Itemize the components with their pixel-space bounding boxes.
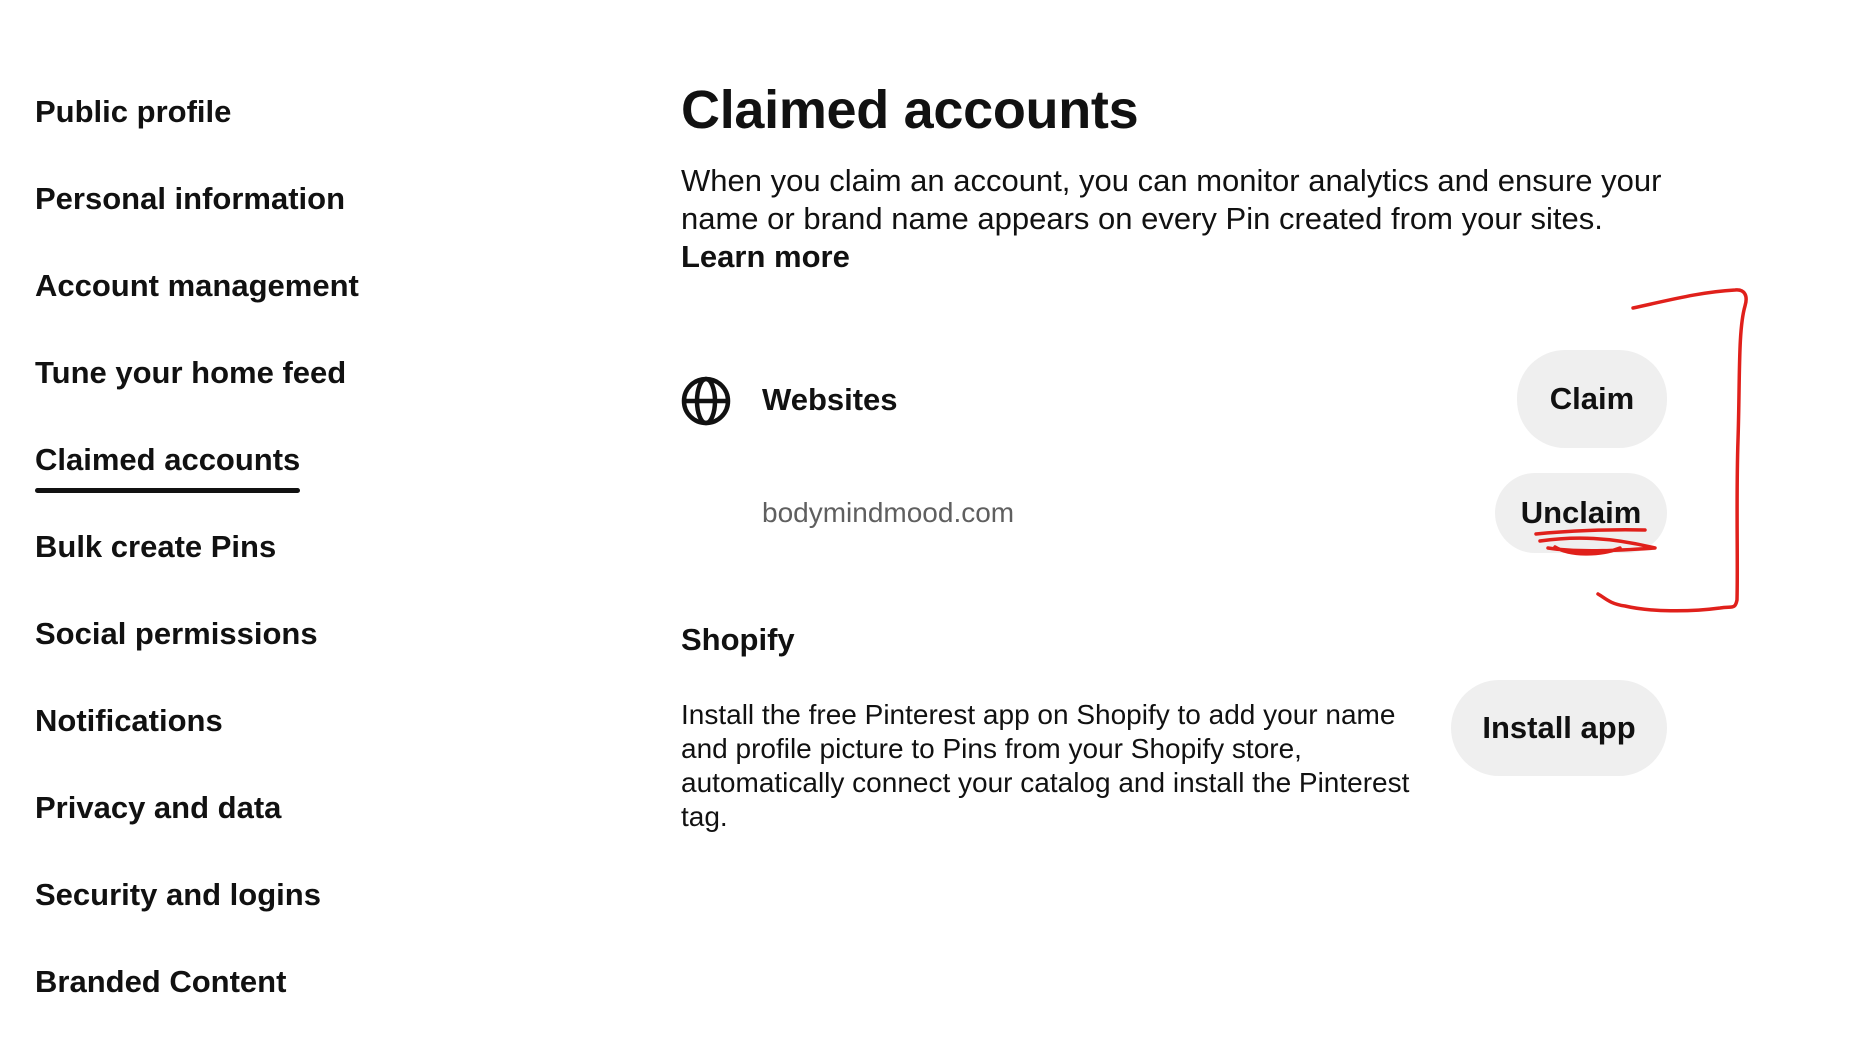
claimed-site-row: bodymindmood.com Unclaim bbox=[681, 473, 1667, 553]
sidebar-item-personal-information[interactable]: Personal information bbox=[35, 175, 345, 262]
shopify-description: Install the free Pinterest app on Shopif… bbox=[681, 699, 1410, 832]
sidebar-item-public-profile[interactable]: Public profile bbox=[35, 88, 231, 175]
shopify-title: Shopify bbox=[681, 622, 795, 657]
globe-icon bbox=[681, 376, 731, 426]
sidebar-item-security-and-logins[interactable]: Security and logins bbox=[35, 871, 321, 958]
sidebar-item-tune-home-feed[interactable]: Tune your home feed bbox=[35, 349, 346, 436]
sidebar-item-social-permissions[interactable]: Social permissions bbox=[35, 610, 318, 697]
sidebar-item-privacy-and-data[interactable]: Privacy and data bbox=[35, 784, 281, 871]
annotation-bracket bbox=[1596, 288, 1748, 613]
page-description: When you claim an account, you can monit… bbox=[681, 162, 1681, 276]
sidebar-item-bulk-create-pins[interactable]: Bulk create Pins bbox=[35, 523, 276, 610]
settings-sidebar: Public profile Personal information Acco… bbox=[35, 88, 555, 1045]
websites-section: Websites Claim bbox=[681, 350, 1667, 448]
sidebar-item-account-management[interactable]: Account management bbox=[35, 262, 359, 349]
learn-more-link[interactable]: Learn more bbox=[681, 239, 850, 274]
unclaim-button[interactable]: Unclaim bbox=[1495, 473, 1667, 553]
claim-button[interactable]: Claim bbox=[1517, 350, 1667, 448]
claimed-accounts-panel: Claimed accounts When you claim an accou… bbox=[681, 78, 1681, 832]
websites-label: Websites bbox=[762, 382, 898, 417]
sidebar-item-notifications[interactable]: Notifications bbox=[35, 697, 223, 784]
description-text: When you claim an account, you can monit… bbox=[681, 163, 1662, 236]
sidebar-item-claimed-accounts[interactable]: Claimed accounts bbox=[35, 436, 301, 523]
claimed-site-url: bodymindmood.com bbox=[762, 497, 1015, 528]
page-title: Claimed accounts bbox=[681, 80, 1139, 140]
sidebar-item-branded-content[interactable]: Branded Content bbox=[35, 958, 286, 1045]
install-app-button[interactable]: Install app bbox=[1451, 680, 1667, 776]
